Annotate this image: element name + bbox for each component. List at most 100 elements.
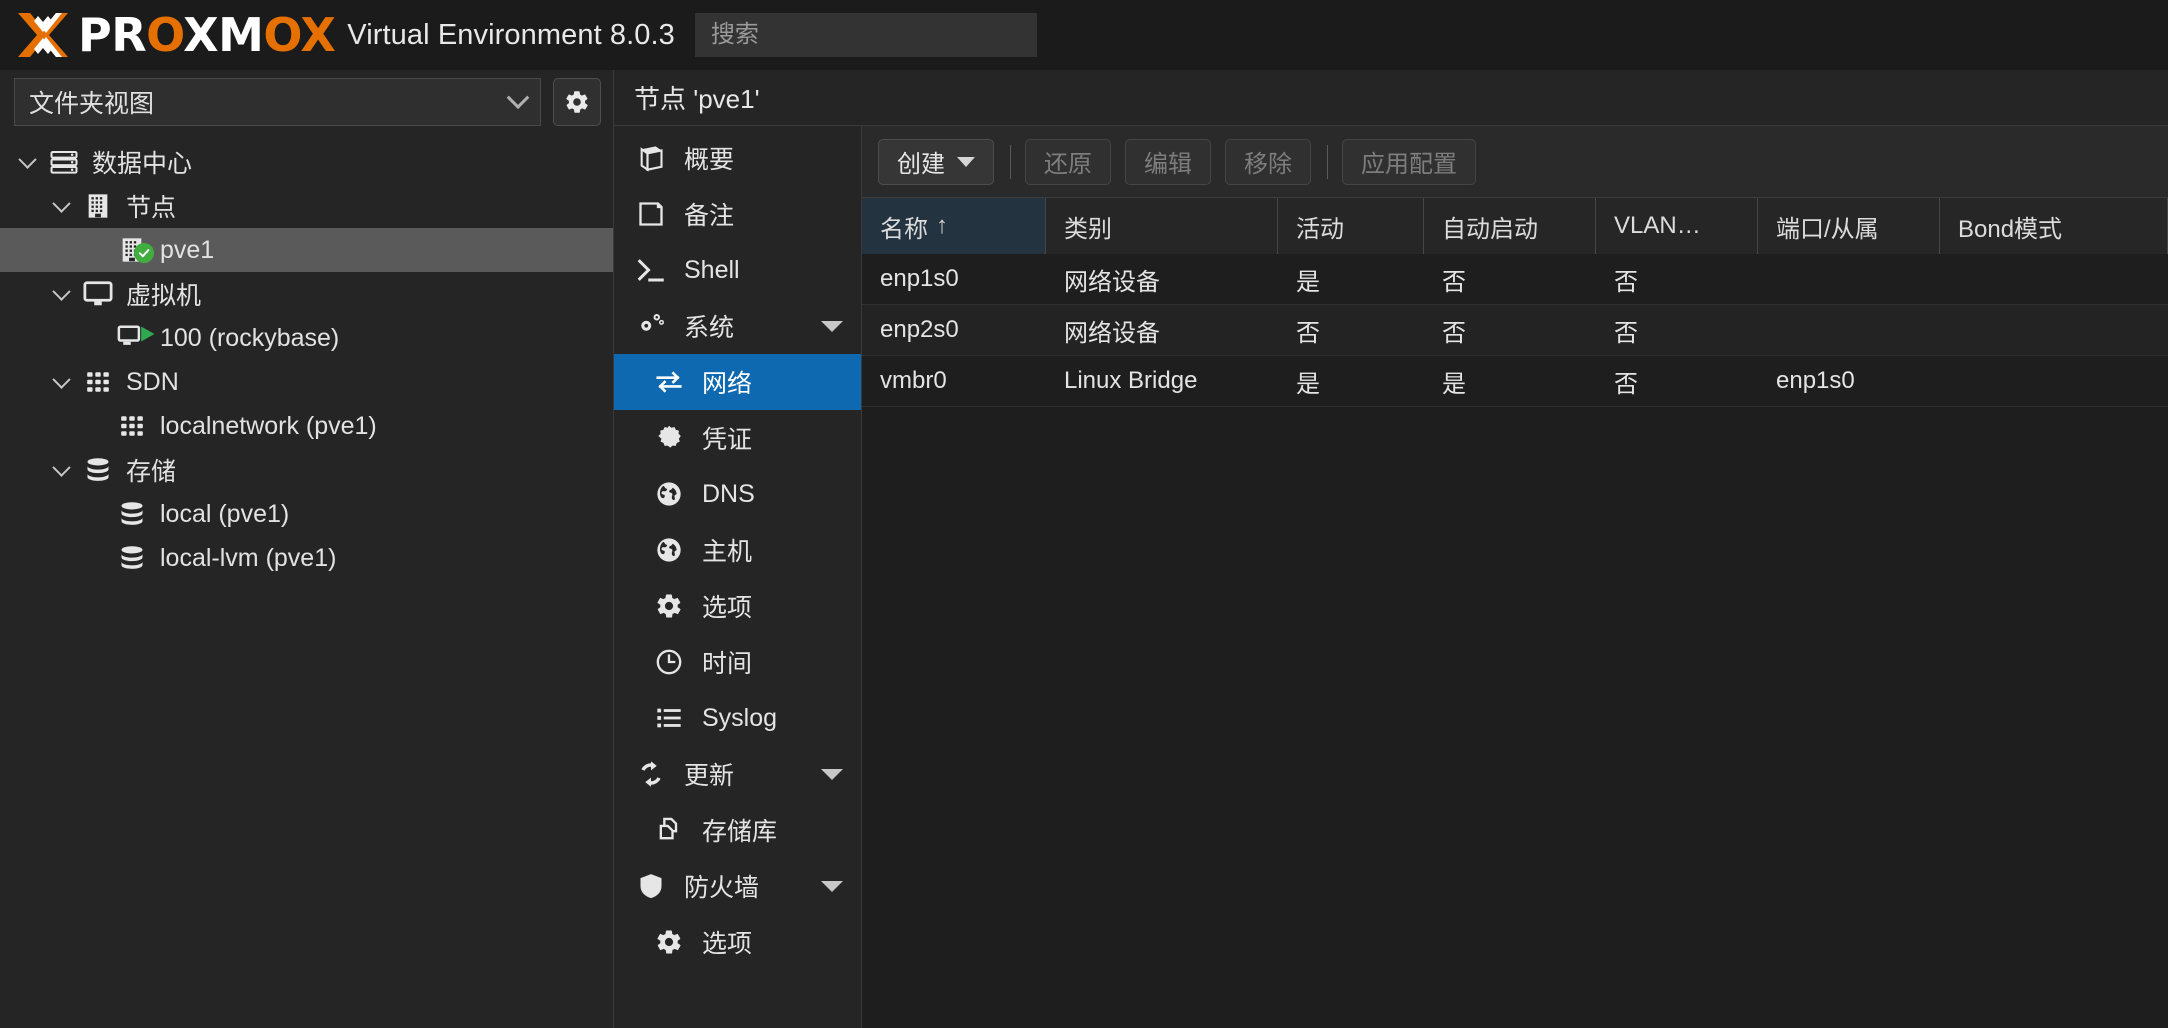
nav-item-i13[interactable]: 防火墙 (614, 858, 861, 914)
grid-header-6[interactable]: Bond模式 (1940, 198, 2168, 254)
nav-item-i7[interactable]: 主机 (614, 522, 861, 578)
top-bar: PROXMOX Virtual Environment 8.0.3 (0, 0, 2168, 70)
resource-tree[interactable]: 数据中心节点 pve1虚拟机100 (rockybase) SDN localnetw… (0, 134, 613, 1028)
nav-item-i5[interactable]: 凭证 (614, 410, 861, 466)
grid-header-4[interactable]: VLAN… (1596, 198, 1758, 254)
refresh-icon (628, 759, 674, 789)
view-selector-row: 文件夹视图 (0, 70, 613, 134)
caret-down-icon[interactable] (821, 321, 843, 332)
table-row[interactable]: enp2s0网络设备否否否 (862, 305, 2168, 355)
chevron-down-icon[interactable] (44, 376, 78, 389)
caret-down-icon[interactable] (821, 881, 843, 892)
grid-header-0[interactable]: 名称↑ (862, 198, 1046, 254)
tree-item-label: 数据中心 (92, 144, 192, 180)
table-row[interactable]: enp1s0网络设备是否否 (862, 254, 2168, 304)
tree-item-locallvmpve1[interactable]: local-lvm (pve1) (0, 536, 613, 580)
chevron-down-icon[interactable] (44, 464, 78, 477)
tree-item-label: local (pve1) (160, 500, 289, 529)
tree-item-node0[interactable]: 数据中心 (0, 140, 613, 184)
tree-item-node1[interactable]: 节点 (0, 184, 613, 228)
caret-down-icon[interactable] (957, 157, 975, 167)
grid-header-label: 活动 (1296, 209, 1344, 244)
toolbar-button-移除: 移除 (1225, 139, 1311, 185)
cell-ports: enp1s0 (1758, 356, 1940, 406)
cell-type: 网络设备 (1046, 305, 1278, 355)
main-pane: 创建还原编辑移除应用配置 名称↑类别活动自动启动VLAN…端口/从属Bond模式… (862, 126, 2168, 1028)
chevron-down-icon (507, 86, 530, 109)
cell-name: enp1s0 (862, 254, 1046, 304)
folder-view-label: 文件夹视图 (29, 84, 154, 120)
grid-header-label: VLAN… (1614, 212, 1701, 240)
nav-item-i0[interactable]: 概要 (614, 130, 861, 186)
table-row[interactable]: vmbr0Linux Bridge是是否enp1s0 (862, 356, 2168, 406)
nav-item-i3[interactable]: 系统 (614, 298, 861, 354)
tree-item-localnetworkpve1[interactable]: localnetwork (pve1) (0, 404, 613, 448)
vm-icon (112, 323, 152, 353)
nav-item-i4[interactable]: 网络 (614, 354, 861, 410)
tree-item-label: 存储 (126, 452, 176, 488)
nav-item-i9[interactable]: 时间 (614, 634, 861, 690)
nav-item-label: 凭证 (702, 420, 752, 456)
cell-ports (1758, 254, 1940, 304)
nav-item-label: 更新 (684, 756, 734, 792)
nav-item-i1[interactable]: 备注 (614, 186, 861, 242)
grid-header-5[interactable]: 端口/从属 (1758, 198, 1940, 254)
vm-folder-icon (78, 279, 118, 309)
nodes-icon (78, 192, 118, 220)
proxmox-logo[interactable]: PROXMOX (14, 0, 335, 70)
nav-item-Shell[interactable]: Shell (614, 242, 861, 298)
tree-item-localpve1[interactable]: local (pve1) (0, 492, 613, 536)
nav-item-i12[interactable]: 存储库 (614, 802, 861, 858)
storage-folder-icon (78, 456, 118, 484)
toolbar-button-创建[interactable]: 创建 (878, 139, 994, 185)
tree-item-node7[interactable]: 存储 (0, 448, 613, 492)
grid-body[interactable]: enp1s0网络设备是否否enp2s0网络设备否否否vmbr0Linux Bri… (862, 254, 2168, 1028)
cell-autostart: 否 (1424, 305, 1596, 355)
nav-item-label: 备注 (684, 196, 734, 232)
node-nav-panel[interactable]: 概要备注Shell系统网络凭证DNS主机选项时间Syslog更新存储库防火墙选项 (614, 126, 862, 1028)
tree-item-label: localnetwork (pve1) (160, 412, 377, 441)
node-icon (112, 236, 152, 264)
nav-item-label: DNS (702, 480, 755, 509)
storage-icon (112, 500, 152, 528)
tree-item-pve1[interactable]: pve1 (0, 228, 613, 272)
grid-header-2[interactable]: 活动 (1278, 198, 1424, 254)
chevron-down-icon[interactable] (44, 288, 78, 301)
nav-item-i14[interactable]: 选项 (614, 914, 861, 970)
grid-header-1[interactable]: 类别 (1046, 198, 1278, 254)
nav-item-i11[interactable]: 更新 (614, 746, 861, 802)
nav-item-label: 网络 (702, 364, 752, 400)
grid-header-row[interactable]: 名称↑类别活动 自动启动 VLAN… 端口/从属 Bond模式 (862, 198, 2168, 254)
tree-item-label: 节点 (126, 188, 176, 224)
toolbar-separator (1010, 145, 1011, 179)
nav-item-i8[interactable]: 选项 (614, 578, 861, 634)
tree-item-node3[interactable]: 虚拟机 (0, 272, 613, 316)
chevron-down-icon[interactable] (44, 200, 78, 213)
search-input[interactable] (711, 21, 1021, 49)
sidebar: 文件夹视图 数据中心节点 pve1虚拟机100 (rockybase) SDN loc… (0, 70, 614, 1028)
sidebar-settings-button[interactable] (553, 78, 601, 126)
nav-item-label: Shell (684, 256, 740, 285)
grid-toolbar: 创建还原编辑移除应用配置 (862, 126, 2168, 198)
app-body: 文件夹视图 数据中心节点 pve1虚拟机100 (rockybase) SDN loc… (0, 70, 2168, 1028)
main-region: 节点 'pve1' 概要备注Shell系统网络凭证DNS主机选项时间Syslog… (614, 70, 2168, 1028)
cell-ports (1758, 305, 1940, 355)
sdn-icon (78, 369, 118, 395)
grid-header-label: 名称 (880, 209, 928, 244)
folder-view-select[interactable]: 文件夹视图 (14, 78, 541, 126)
grid-header-3[interactable]: 自动启动 (1424, 198, 1596, 254)
caret-down-icon[interactable] (821, 769, 843, 780)
proxmox-x-icon (14, 10, 72, 60)
cell-name: enp2s0 (862, 305, 1046, 355)
nav-item-Syslog[interactable]: Syslog (614, 690, 861, 746)
tree-item-SDN[interactable]: SDN (0, 360, 613, 404)
nav-item-DNS[interactable]: DNS (614, 466, 861, 522)
grid-header-label: 端口/从属 (1776, 209, 1879, 244)
tree-item-label: SDN (126, 368, 179, 397)
toolbar-button-label: 应用配置 (1361, 144, 1457, 179)
grid-header-label: Bond模式 (1958, 209, 2062, 244)
search-box[interactable] (695, 13, 1037, 57)
chevron-down-icon[interactable] (10, 156, 44, 169)
tree-item-100rockybase[interactable]: 100 (rockybase) (0, 316, 613, 360)
network-grid: 名称↑类别活动 自动启动 VLAN… 端口/从属 Bond模式 enp1s0网络设备是否… (862, 198, 2168, 1028)
